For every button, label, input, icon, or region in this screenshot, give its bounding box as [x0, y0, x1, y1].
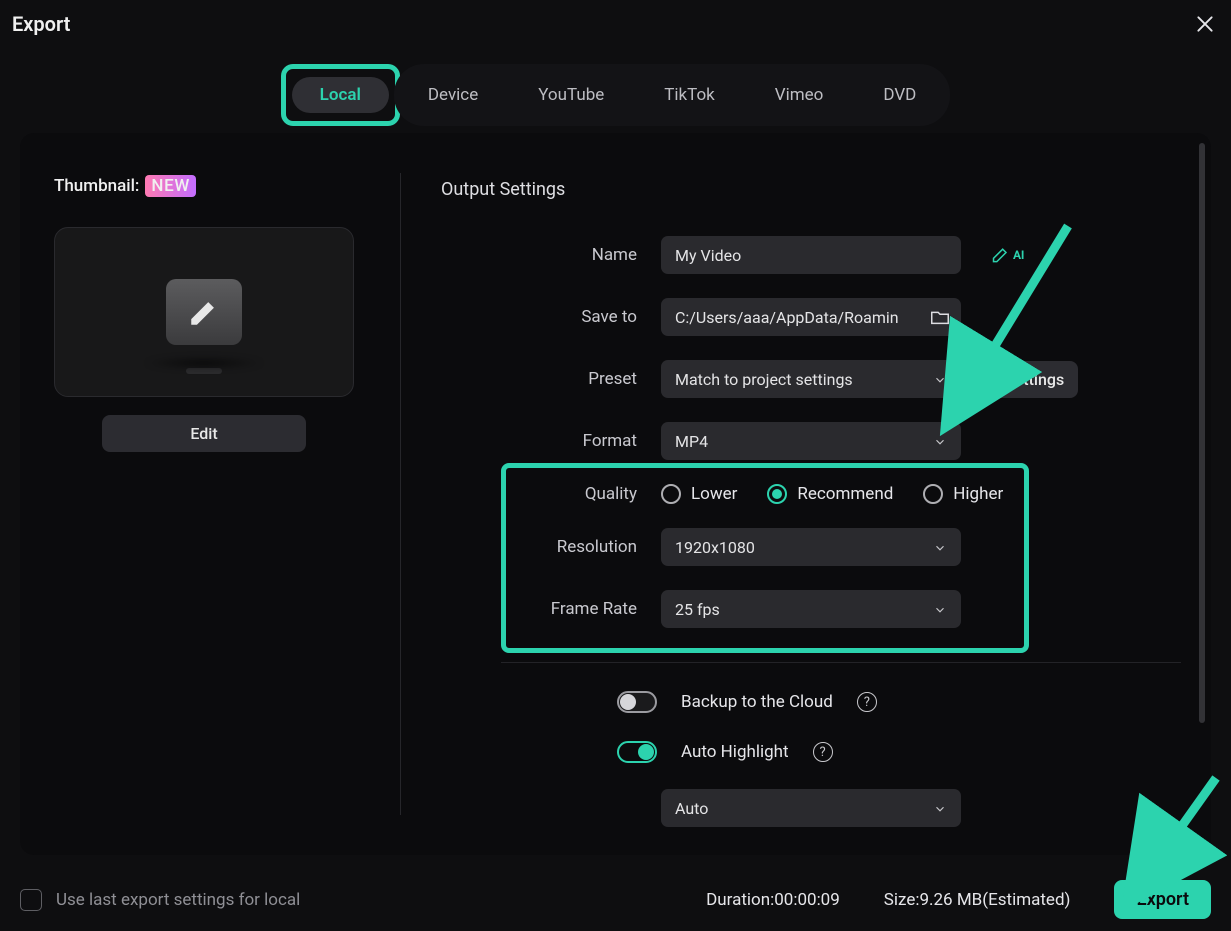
separator	[501, 662, 1181, 663]
duration-text: Duration:00:00:09	[706, 890, 840, 910]
preset-value: Match to project settings	[675, 370, 853, 389]
thumbnail-label: Thumbnail:	[54, 176, 139, 196]
chevron-down-icon	[933, 434, 947, 448]
tab-dvd[interactable]: DVD	[855, 77, 944, 113]
auto-mode-value: Auto	[675, 799, 708, 818]
thumbnail-column: Thumbnail: NEW Edit	[20, 133, 400, 855]
scrollbar-thumb[interactable]	[1199, 143, 1205, 723]
tab-tiktok[interactable]: TikTok	[636, 77, 743, 113]
tab-device[interactable]: Device	[400, 77, 506, 113]
ai-label: AI	[1013, 248, 1024, 262]
quality-higher-label: Higher	[953, 484, 1003, 504]
tab-youtube[interactable]: YouTube	[510, 77, 632, 113]
tab-bar: Local Device YouTube TikTok Vimeo DVD	[0, 40, 1231, 132]
radio-icon	[767, 484, 787, 504]
framerate-value: 25 fps	[675, 600, 720, 619]
saveto-label: Save to	[441, 307, 661, 327]
new-badge: NEW	[145, 175, 196, 197]
format-label: Format	[441, 431, 661, 451]
dialog-title: Export	[12, 12, 70, 36]
format-select[interactable]: MP4	[661, 422, 961, 460]
output-settings-title: Output Settings	[441, 179, 1181, 200]
output-settings: Output Settings Name AI Save to Preset	[401, 133, 1211, 855]
use-last-settings-label: Use last export settings for local	[56, 890, 300, 910]
quality-recommend[interactable]: Recommend	[767, 484, 893, 504]
name-label: Name	[441, 245, 661, 265]
quality-label: Quality	[441, 484, 661, 504]
preset-settings-button[interactable]: Settings	[991, 361, 1078, 398]
thumbnail-preview[interactable]	[54, 227, 354, 397]
export-button[interactable]: Export	[1114, 880, 1211, 919]
edit-thumbnail-button[interactable]: Edit	[102, 415, 306, 452]
chevron-down-icon	[933, 540, 947, 554]
framerate-label: Frame Rate	[441, 599, 661, 619]
tab-vimeo[interactable]: Vimeo	[747, 77, 852, 113]
folder-icon[interactable]	[929, 306, 951, 328]
quality-recommend-label: Recommend	[797, 484, 893, 504]
export-panel: Thumbnail: NEW Edit Output Settings Name…	[20, 133, 1211, 855]
quality-radio-group: Lower Recommend Higher	[661, 484, 1003, 504]
auto-highlight-label: Auto Highlight	[681, 742, 789, 762]
help-icon[interactable]: ?	[857, 692, 877, 712]
help-icon[interactable]: ?	[813, 742, 833, 762]
chevron-down-icon	[933, 372, 947, 386]
radio-icon	[923, 484, 943, 504]
ai-rename-button[interactable]: AI	[991, 245, 1024, 265]
resolution-label: Resolution	[441, 537, 661, 557]
size-text: Size:9.26 MB(Estimated)	[884, 890, 1071, 910]
saveto-input[interactable]	[661, 298, 961, 336]
annotation-highlight-local-tab: Local	[281, 64, 400, 126]
resolution-select[interactable]: 1920x1080	[661, 528, 961, 566]
resolution-value: 1920x1080	[675, 538, 755, 557]
auto-highlight-toggle[interactable]	[617, 741, 657, 763]
radio-icon	[661, 484, 681, 504]
title-bar: Export	[0, 0, 1231, 40]
edit-pencil-icon	[166, 279, 242, 345]
framerate-select[interactable]: 25 fps	[661, 590, 961, 628]
backup-cloud-label: Backup to the Cloud	[681, 692, 833, 712]
quality-higher[interactable]: Higher	[923, 484, 1003, 504]
name-input[interactable]	[661, 236, 961, 274]
use-last-settings-checkbox[interactable]	[20, 889, 42, 911]
quality-lower[interactable]: Lower	[661, 484, 737, 504]
backup-cloud-toggle[interactable]	[617, 691, 657, 713]
preset-select[interactable]: Match to project settings	[661, 360, 961, 398]
close-icon[interactable]	[1195, 14, 1215, 34]
auto-mode-select[interactable]: Auto	[661, 789, 961, 827]
tab-local[interactable]: Local	[292, 77, 389, 113]
chevron-down-icon	[933, 602, 947, 616]
chevron-down-icon	[933, 801, 947, 815]
quality-lower-label: Lower	[691, 484, 737, 504]
preset-label: Preset	[441, 369, 661, 389]
bottom-bar: Use last export settings for local Durat…	[20, 880, 1211, 919]
format-value: MP4	[675, 432, 708, 451]
